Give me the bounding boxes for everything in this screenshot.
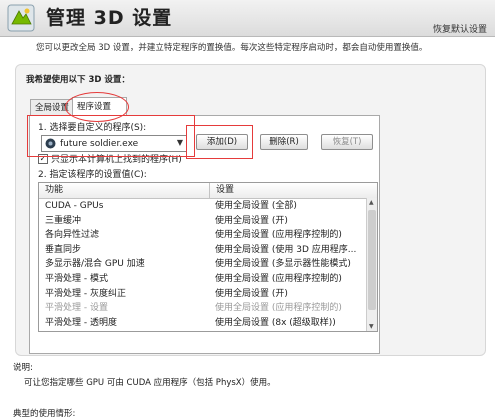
table-cell-setting[interactable]: 使用全局设置 (多显示器性能模式) (209, 257, 351, 272)
table-row[interactable]: 多显示器/混合 GPU 加速 使用全局设置 (多显示器性能模式) (39, 257, 377, 272)
step2-label: 2. 指定该程序的设置值(C): (38, 170, 147, 180)
usage-heading: 典型的使用情形: (13, 409, 76, 419)
table-cell-feature: 平滑处理 - 模式 (45, 273, 108, 284)
table-header: 功能 设置 (39, 183, 377, 199)
delete-button[interactable]: 删除(R) (260, 134, 308, 150)
table-row[interactable]: CUDA - GPUs 使用全局设置 (全部) (39, 199, 377, 214)
table-header-feature[interactable]: 功能 (39, 183, 210, 198)
table-cell-feature: CUDA - GPUs (45, 201, 104, 211)
table-cell-setting[interactable]: 使用全局设置 (8x (超级取样)) (209, 316, 336, 331)
table-cell-feature: 各向异性过滤 (45, 230, 100, 241)
nvidia-3d-settings-icon (7, 4, 35, 32)
table-body: CUDA - GPUs 使用全局设置 (全部) 三重缓冲 使用全局设置 (开) 各向异性… (39, 199, 377, 330)
table-cell-setting[interactable]: 使用全局设置 (全部) (209, 199, 297, 214)
table-cell-feature: 三重缓冲 (45, 215, 82, 226)
table-cell-setting[interactable]: 使用全局设置 (开) (209, 214, 288, 229)
table-row[interactable]: 平滑处理 - 灰度纠正 使用全局设置 (开) (39, 287, 377, 302)
table-cell-feature: 垂直同步 (45, 244, 82, 255)
add-highlight-box (186, 125, 253, 159)
table-row[interactable]: 平滑处理 - 透明度 使用全局设置 (8x (超级取样)) (39, 316, 377, 331)
table-row[interactable]: 平滑处理 - 模式 使用全局设置 (应用程序控制的) (39, 272, 377, 287)
restore-defaults-link[interactable]: 恢复默认设置 (433, 22, 487, 35)
table-cell-feature: 平滑处理 - 灰度纠正 (45, 288, 126, 299)
table-header-setting[interactable]: 设置 (210, 183, 234, 198)
table-cell-setting[interactable]: 使用全局设置 (应用程序控制的) (209, 228, 342, 243)
table-cell-feature: 多显示器/混合 GPU 加速 (45, 259, 145, 270)
page-title: 管理 3D 设置 (46, 7, 173, 29)
scroll-up-icon[interactable]: ▲ (369, 199, 374, 206)
table-row[interactable]: 各向异性过滤 使用全局设置 (应用程序控制的) (39, 228, 377, 243)
table-cell-feature: 平滑处理 - 透明度 (45, 317, 117, 328)
select-highlight-box (27, 115, 195, 157)
restore-button[interactable]: 恢复(T) (321, 134, 373, 150)
settings-heading: 我希望使用以下 3D 设置： (26, 75, 130, 85)
table-cell-setting[interactable]: 使用全局设置 (使用 3D 应用程序... (209, 243, 356, 258)
table-row[interactable]: 三重缓冲 使用全局设置 (开) (39, 214, 377, 229)
table-cell-setting[interactable]: 使用全局设置 (应用程序控制的) (209, 301, 342, 316)
table-row[interactable]: 垂直同步 使用全局设置 (使用 3D 应用程序... (39, 243, 377, 258)
scroll-down-icon[interactable]: ▼ (369, 323, 374, 330)
table-cell-setting[interactable]: 使用全局设置 (开) (209, 287, 288, 302)
page-header: 管理 3D 设置 恢复默认设置 (0, 0, 495, 37)
scroll-thumb[interactable] (368, 210, 376, 310)
table-scrollbar[interactable]: ▲ ▼ (366, 198, 377, 331)
table-cell-feature: 平滑处理 - 设置 (45, 303, 108, 314)
table-cell-setting[interactable]: 使用全局设置 (应用程序控制的) (209, 272, 342, 287)
explain-text: 可让您指定哪些 GPU 可由 CUDA 应用程序（包括 PhysX）使用。 (24, 378, 276, 388)
page-description: 您可以更改全局 3D 设置，并建立特定程序的置换值。每次这些特定程序启动时，都会… (36, 43, 428, 53)
settings-table: 功能 设置 CUDA - GPUs 使用全局设置 (全部) 三重缓冲 使用全局设置 (… (38, 182, 378, 332)
explain-heading: 说明: (13, 363, 33, 373)
table-row[interactable]: 平滑处理 - 设置 使用全局设置 (应用程序控制的) (39, 301, 377, 316)
